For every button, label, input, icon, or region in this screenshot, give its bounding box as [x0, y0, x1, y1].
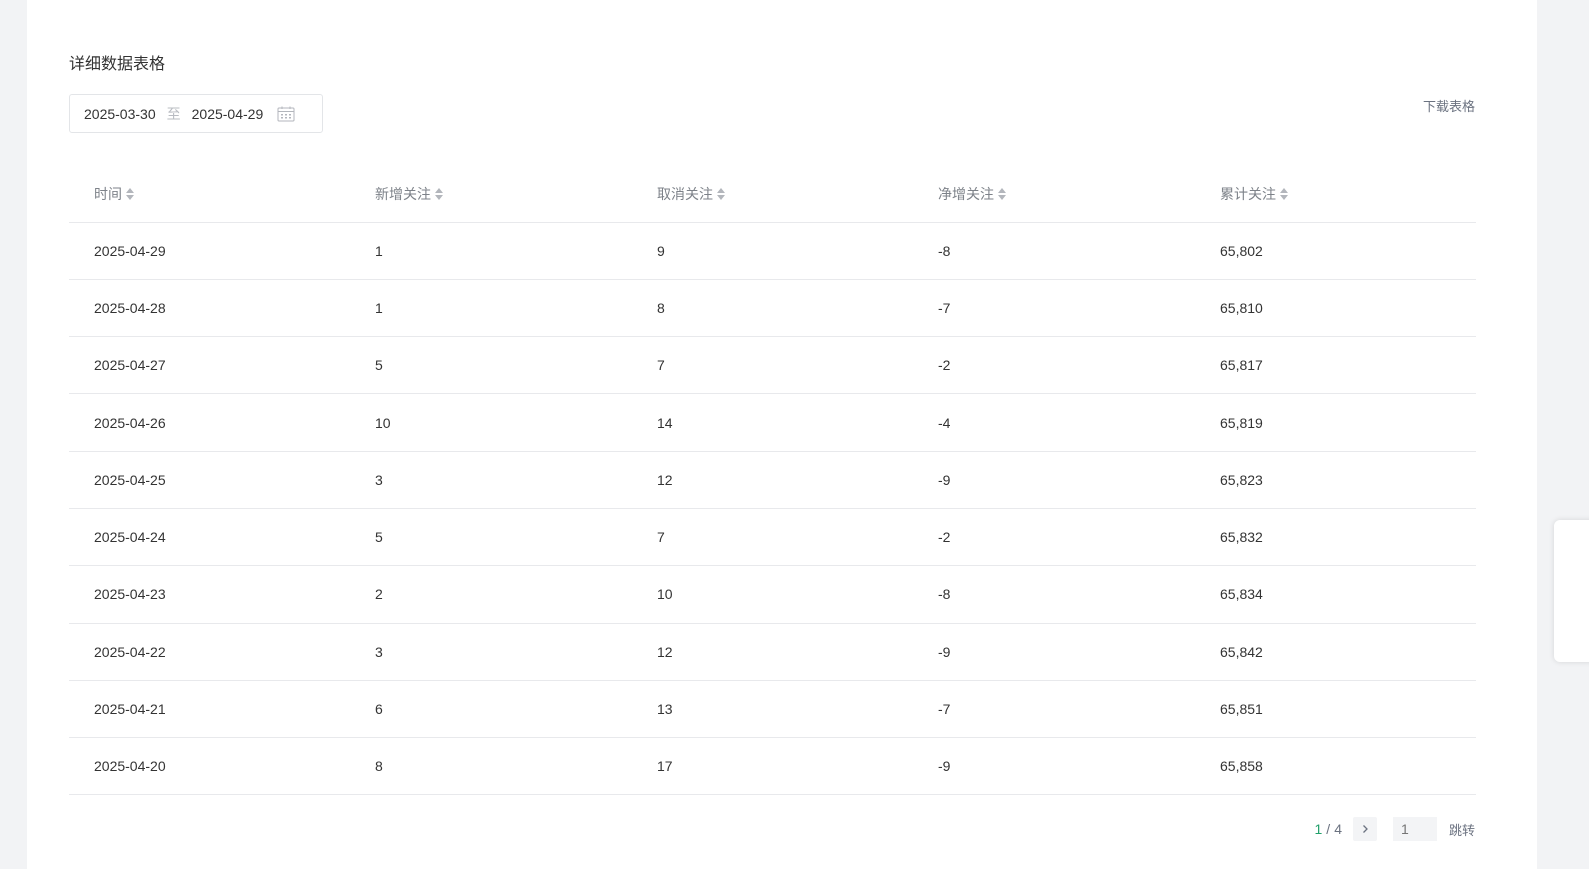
cell-total-follows: 65,851 — [1195, 680, 1476, 739]
sort-icon[interactable] — [435, 187, 443, 200]
cell-unfollows: 12 — [632, 451, 913, 509]
cell-total-follows: 65,802 — [1195, 222, 1476, 280]
header-new-follows[interactable]: 新增关注 — [350, 166, 632, 223]
cell-net-follows: -4 — [913, 393, 1195, 452]
page-separator: / — [1326, 821, 1331, 837]
table-row: 2025-04-24 5 7 -2 65,832 — [69, 508, 1476, 567]
data-table: 时间 新增关注 取消关注 净增关注 累计关注 2025-04-29 1 9 -8 65,… — [69, 166, 1476, 796]
table-row: 2025-04-27 5 7 -2 65,817 — [69, 336, 1476, 395]
download-table-button[interactable]: 下载表格 — [1423, 96, 1475, 115]
jump-button[interactable]: 跳转 — [1449, 820, 1475, 839]
main-card: 详细数据表格 2025-03-30 至 2025-04-29 下载表格 时间 新… — [27, 0, 1537, 869]
cell-net-follows: -9 — [913, 737, 1195, 796]
chevron-right-icon — [1363, 825, 1368, 833]
calendar-icon[interactable] — [277, 106, 295, 122]
cell-unfollows: 7 — [632, 508, 913, 567]
cell-new-follows: 3 — [350, 451, 632, 509]
sort-icon[interactable] — [998, 187, 1006, 200]
header-net-follows[interactable]: 净增关注 — [913, 166, 1195, 223]
table-header-row: 时间 新增关注 取消关注 净增关注 累计关注 — [69, 166, 1476, 223]
cell-net-follows: -7 — [913, 279, 1195, 338]
cell-new-follows: 1 — [350, 279, 632, 338]
cell-new-follows: 6 — [350, 680, 632, 739]
cell-time: 2025-04-28 — [69, 279, 350, 338]
cell-new-follows: 5 — [350, 508, 632, 567]
table-row: 2025-04-26 10 14 -4 65,819 — [69, 393, 1476, 452]
cell-unfollows: 17 — [632, 737, 913, 796]
cell-new-follows: 10 — [350, 393, 632, 452]
table-row: 2025-04-23 2 10 -8 65,834 — [69, 565, 1476, 624]
header-time[interactable]: 时间 — [69, 166, 350, 223]
current-page: 1 — [1314, 821, 1323, 837]
cell-total-follows: 65,819 — [1195, 393, 1476, 452]
side-floating-widget[interactable] — [1554, 520, 1589, 662]
table-row: 2025-04-25 3 12 -9 65,823 — [69, 451, 1476, 509]
sort-icon[interactable] — [1280, 187, 1288, 200]
cell-total-follows: 65,832 — [1195, 508, 1476, 567]
table-row: 2025-04-20 8 17 -9 65,858 — [69, 737, 1476, 796]
cell-unfollows: 8 — [632, 279, 913, 338]
page-jump-input[interactable] — [1392, 817, 1437, 841]
date-range-picker[interactable]: 2025-03-30 至 2025-04-29 — [69, 94, 323, 133]
cell-unfollows: 13 — [632, 680, 913, 739]
cell-unfollows: 10 — [632, 565, 913, 624]
cell-total-follows: 65,817 — [1195, 336, 1476, 395]
cell-time: 2025-04-21 — [69, 680, 350, 739]
sort-icon[interactable] — [126, 187, 134, 200]
cell-net-follows: -2 — [913, 508, 1195, 567]
cell-net-follows: -2 — [913, 336, 1195, 395]
pagination: 1 / 4 跳转 — [1314, 816, 1475, 842]
cell-time: 2025-04-25 — [69, 451, 350, 509]
next-page-button[interactable] — [1352, 817, 1377, 841]
cell-time: 2025-04-26 — [69, 393, 350, 452]
cell-total-follows: 65,842 — [1195, 623, 1476, 681]
start-date[interactable]: 2025-03-30 — [84, 106, 156, 122]
cell-unfollows: 12 — [632, 623, 913, 681]
cell-net-follows: -9 — [913, 623, 1195, 681]
cell-net-follows: -8 — [913, 222, 1195, 280]
cell-time: 2025-04-24 — [69, 508, 350, 567]
cell-time: 2025-04-27 — [69, 336, 350, 395]
section-title: 详细数据表格 — [69, 56, 166, 73]
table-row: 2025-04-28 1 8 -7 65,810 — [69, 279, 1476, 338]
cell-net-follows: -9 — [913, 451, 1195, 509]
cell-unfollows: 9 — [632, 222, 913, 280]
table-row: 2025-04-29 1 9 -8 65,802 — [69, 222, 1476, 280]
cell-new-follows: 3 — [350, 623, 632, 681]
cell-time: 2025-04-20 — [69, 737, 350, 796]
total-pages: 4 — [1334, 821, 1342, 837]
cell-new-follows: 2 — [350, 565, 632, 624]
cell-unfollows: 14 — [632, 393, 913, 452]
cell-total-follows: 65,823 — [1195, 451, 1476, 509]
cell-new-follows: 5 — [350, 336, 632, 395]
cell-unfollows: 7 — [632, 336, 913, 395]
table-row: 2025-04-21 6 13 -7 65,851 — [69, 680, 1476, 739]
date-separator: 至 — [166, 105, 181, 122]
sort-icon[interactable] — [717, 187, 725, 200]
cell-new-follows: 1 — [350, 222, 632, 280]
header-total-follows[interactable]: 累计关注 — [1195, 166, 1476, 223]
cell-total-follows: 65,834 — [1195, 565, 1476, 624]
header-unfollows[interactable]: 取消关注 — [632, 166, 913, 223]
cell-new-follows: 8 — [350, 737, 632, 796]
cell-net-follows: -8 — [913, 565, 1195, 624]
cell-time: 2025-04-23 — [69, 565, 350, 624]
table-row: 2025-04-22 3 12 -9 65,842 — [69, 623, 1476, 681]
cell-time: 2025-04-29 — [69, 222, 350, 280]
cell-time: 2025-04-22 — [69, 623, 350, 681]
cell-total-follows: 65,858 — [1195, 737, 1476, 796]
cell-net-follows: -7 — [913, 680, 1195, 739]
end-date[interactable]: 2025-04-29 — [192, 106, 264, 122]
cell-total-follows: 65,810 — [1195, 279, 1476, 338]
